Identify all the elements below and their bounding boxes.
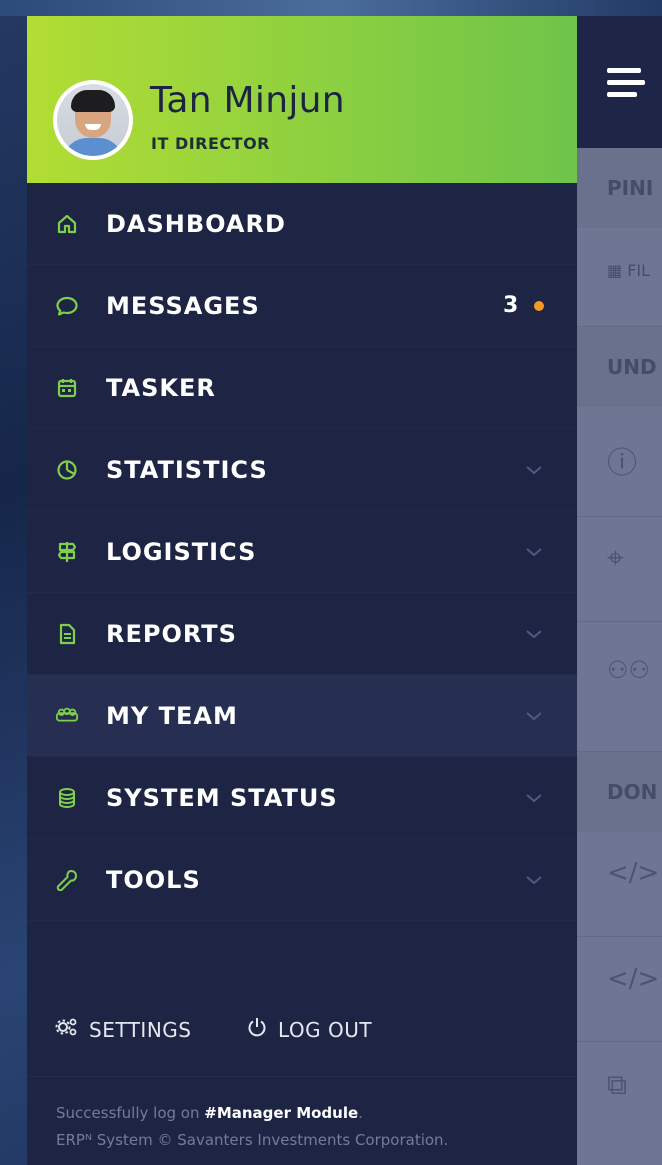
menu-item-reports[interactable]: REPORTS bbox=[27, 593, 577, 675]
section-header-done: DON bbox=[577, 752, 662, 832]
logout-link[interactable]: LOG OUT bbox=[246, 1016, 372, 1043]
location-pin-icon[interactable]: ⌖ bbox=[607, 541, 624, 576]
chevron-down-icon[interactable] bbox=[524, 706, 544, 726]
menu-item-logistics[interactable]: LOGISTICS bbox=[27, 511, 577, 593]
profile-header: Tan Minjun IT DIRECTOR bbox=[27, 16, 577, 183]
background-strip bbox=[0, 0, 662, 16]
app-header bbox=[577, 16, 662, 148]
chevron-down-icon[interactable] bbox=[524, 870, 544, 890]
puzzle-icon[interactable]: ⧉ bbox=[607, 1068, 627, 1102]
menu-item-tasker[interactable]: TASKER bbox=[27, 347, 577, 429]
gears-icon bbox=[55, 1016, 79, 1043]
module-name: #Manager Module bbox=[204, 1104, 359, 1122]
avatar[interactable] bbox=[53, 80, 133, 160]
menu-item-tools[interactable]: TOOLS bbox=[27, 839, 577, 921]
document-icon bbox=[55, 622, 79, 646]
signpost-icon bbox=[55, 540, 79, 564]
calendar-icon bbox=[55, 376, 79, 400]
menu-label: DASHBOARD bbox=[106, 209, 286, 238]
hamburger-menu-icon[interactable] bbox=[607, 67, 645, 97]
chevron-down-icon[interactable] bbox=[524, 788, 544, 808]
code-icon[interactable]: </> bbox=[607, 964, 659, 994]
unread-dot bbox=[534, 300, 544, 311]
power-icon bbox=[246, 1016, 268, 1043]
filter-button[interactable]: ▦ FIL bbox=[577, 261, 662, 280]
menu-label: REPORTS bbox=[106, 619, 237, 648]
footer-status: Successfully log on #Manager Module. ERP… bbox=[56, 1100, 448, 1154]
chat-bubble-icon bbox=[55, 294, 79, 318]
home-icon bbox=[55, 212, 79, 236]
tool-icon bbox=[55, 868, 79, 892]
menu-label: TOOLS bbox=[106, 865, 201, 894]
menu-label: TASKER bbox=[106, 373, 216, 402]
copyright-text: ERPᴺ System © Savanters Investments Corp… bbox=[56, 1131, 449, 1149]
menu-item-statistics[interactable]: STATISTICS bbox=[27, 429, 577, 511]
filter-label: FIL bbox=[627, 261, 651, 280]
profile-role: IT DIRECTOR bbox=[151, 134, 270, 153]
footer-links: SETTINGS LOG OUT bbox=[27, 1016, 577, 1052]
menu-item-messages[interactable]: MESSAGES 3 bbox=[27, 265, 577, 347]
chevron-down-icon[interactable] bbox=[524, 460, 544, 480]
navigation-drawer: Tan Minjun IT DIRECTOR DASHBOARD MESSAGE… bbox=[27, 16, 577, 1165]
chevron-down-icon[interactable] bbox=[524, 624, 544, 644]
menu-label: MY TEAM bbox=[106, 701, 238, 730]
menu-item-system-status[interactable]: SYSTEM STATUS bbox=[27, 757, 577, 839]
section-header-undone: UND bbox=[577, 327, 662, 407]
settings-label: SETTINGS bbox=[89, 1017, 192, 1042]
logout-label: LOG OUT bbox=[278, 1017, 373, 1042]
message-count-badge: 3 bbox=[503, 293, 519, 318]
divider bbox=[27, 1076, 577, 1077]
section-header-pinned: PINI bbox=[577, 148, 662, 228]
pie-chart-icon bbox=[55, 458, 79, 482]
login-status-line: Successfully log on #Manager Module. bbox=[56, 1104, 363, 1122]
team-icon bbox=[55, 704, 79, 728]
chevron-down-icon[interactable] bbox=[524, 542, 544, 562]
profile-name: Tan Minjun bbox=[150, 80, 345, 121]
calendar-icon: ▦ bbox=[607, 261, 628, 280]
database-icon bbox=[55, 786, 79, 810]
menu-label: STATISTICS bbox=[106, 455, 268, 484]
team-icon[interactable]: ⚇⚇ bbox=[607, 656, 650, 684]
menu-item-my-team[interactable]: MY TEAM bbox=[27, 675, 577, 757]
main-menu: DASHBOARD MESSAGES 3 TASKER STATISTICS L… bbox=[27, 183, 577, 921]
code-icon[interactable]: </> bbox=[607, 858, 659, 888]
settings-link[interactable]: SETTINGS bbox=[55, 1016, 191, 1043]
menu-label: MESSAGES bbox=[106, 291, 260, 320]
menu-label: LOGISTICS bbox=[106, 537, 257, 566]
menu-label: SYSTEM STATUS bbox=[106, 783, 338, 812]
main-app-panel: PINI ▦ FIL UND ⓘ ⌖ ⚇⚇ DON </> </> ⧉ bbox=[577, 16, 662, 1165]
menu-item-dashboard[interactable]: DASHBOARD bbox=[27, 183, 577, 265]
alert-icon[interactable]: ⓘ bbox=[607, 438, 637, 482]
